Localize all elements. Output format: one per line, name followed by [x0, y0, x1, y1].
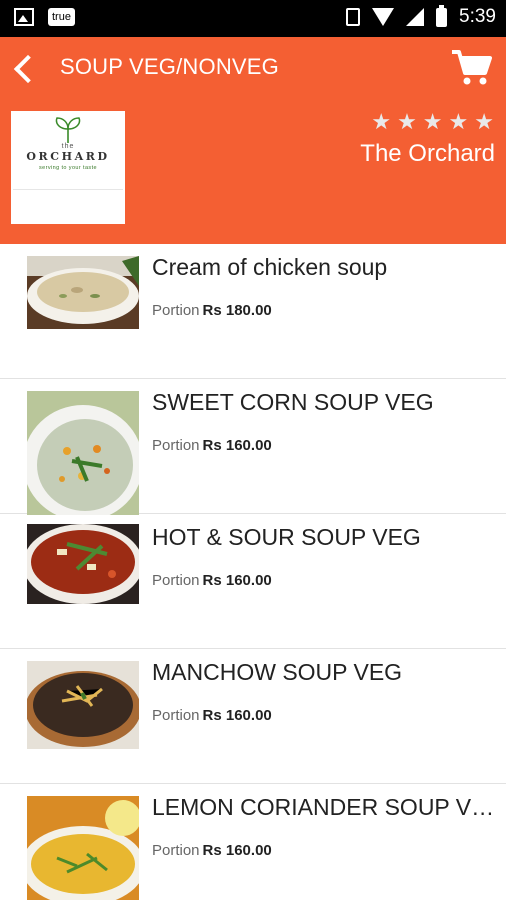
portion-label: Portion	[152, 302, 200, 319]
rating-stars: ★ ★ ★ ★ ★	[371, 111, 494, 133]
item-portion: Portion Rs 160.00	[152, 437, 272, 454]
app-header: SOUP VEG/NONVEG the ORCHARD serving to y…	[0, 37, 506, 244]
true-notification-icon: true	[48, 8, 75, 26]
item-price: Rs 160.00	[202, 842, 272, 859]
shopping-cart-icon[interactable]	[450, 47, 492, 87]
lemon-coriander-soup-image	[27, 796, 139, 900]
logo-tagline-text: serving to your taste	[39, 165, 97, 171]
restaurant-logo: the ORCHARD serving to your taste	[11, 111, 125, 224]
item-name: MANCHOW SOUP VEG	[152, 659, 403, 685]
star-icon: ★	[422, 109, 443, 134]
list-item[interactable]: HOT & SOUR SOUP VEG Portion Rs 160.00	[0, 514, 506, 649]
item-name: LEMON CORIANDER SOUP VEG	[152, 794, 497, 820]
item-name: SWEET CORN SOUP VEG	[152, 389, 434, 415]
logo-name-text: ORCHARD	[26, 150, 110, 163]
item-price: Rs 160.00	[202, 707, 272, 724]
list-item[interactable]: SWEET CORN SOUP VEG Portion Rs 160.00	[0, 379, 506, 515]
wifi-icon	[372, 8, 395, 26]
item-name: Cream of chicken soup	[152, 254, 388, 280]
cell-signal-icon	[406, 8, 425, 26]
portion-label: Portion	[152, 437, 200, 454]
hot-and-sour-soup-image	[27, 524, 139, 604]
portion-label: Portion	[152, 707, 200, 724]
logo-the-text: the	[61, 143, 75, 150]
cream-of-chicken-soup-image	[27, 256, 139, 329]
item-price: Rs 160.00	[202, 572, 272, 589]
clock: 5:39	[459, 6, 496, 27]
star-icon: ★	[474, 109, 494, 134]
item-portion: Portion Rs 180.00	[152, 302, 272, 319]
item-portion: Portion Rs 160.00	[152, 842, 272, 859]
sweet-corn-soup-image	[27, 391, 139, 515]
manchow-soup-image	[27, 661, 139, 749]
star-icon: ★	[397, 109, 417, 134]
item-portion: Portion Rs 160.00	[152, 572, 272, 589]
restaurant-name: The Orchard	[360, 140, 495, 167]
portion-label: Portion	[152, 842, 200, 859]
star-icon: ★	[371, 109, 392, 134]
item-name: HOT & SOUR SOUP VEG	[152, 524, 421, 550]
portion-label: Portion	[152, 572, 200, 589]
list-item[interactable]: Cream of chicken soup Portion Rs 180.00	[0, 244, 506, 379]
item-price: Rs 180.00	[202, 302, 272, 319]
item-price: Rs 160.00	[202, 437, 272, 454]
vibrate-icon	[346, 8, 361, 26]
gallery-notification-icon	[14, 8, 34, 26]
status-bar: true 5:39	[0, 0, 506, 37]
item-portion: Portion Rs 160.00	[152, 707, 272, 724]
star-icon: ★	[448, 109, 469, 134]
list-item[interactable]: LEMON CORIANDER SOUP VEG Portion Rs 160.0…	[0, 784, 506, 919]
back-arrow-icon[interactable]	[10, 51, 40, 87]
list-item[interactable]: MANCHOW SOUP VEG Portion Rs 160.00	[0, 649, 506, 784]
leaf-logo-icon	[55, 117, 81, 143]
battery-icon	[436, 4, 448, 27]
page-title: SOUP VEG/NONVEG	[60, 54, 279, 79]
